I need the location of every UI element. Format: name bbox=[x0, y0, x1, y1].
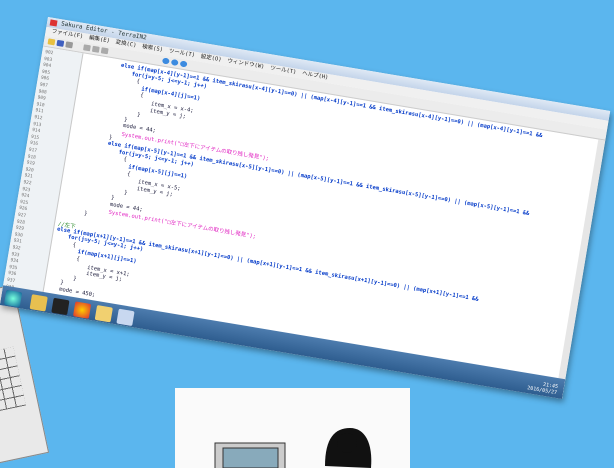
search-prev-icon[interactable] bbox=[179, 60, 188, 68]
line-number: 906 bbox=[40, 76, 50, 83]
line-number: 932 bbox=[12, 245, 21, 252]
line-number: 926 bbox=[18, 206, 28, 213]
line-number: 902 bbox=[44, 50, 54, 57]
explorer-taskbar-icon[interactable] bbox=[29, 294, 48, 312]
start-button[interactable] bbox=[3, 289, 23, 308]
line-number: 922 bbox=[22, 180, 32, 187]
code-line: { bbox=[139, 92, 145, 100]
line-number: 937 bbox=[6, 277, 16, 285]
code-line: } bbox=[123, 190, 128, 197]
code-line: if(map[x-4][j]==1) bbox=[140, 86, 201, 102]
line-number: 908 bbox=[38, 89, 48, 96]
line-number: 931 bbox=[13, 238, 22, 246]
line-number: 914 bbox=[31, 128, 41, 135]
line-number: 912 bbox=[33, 115, 43, 122]
line-number: 915 bbox=[30, 134, 40, 141]
line-number: 934 bbox=[9, 258, 19, 265]
line-number: 930 bbox=[14, 232, 24, 239]
system-tray: 21:45 2016/05/27 bbox=[527, 379, 559, 396]
line-number: 920 bbox=[25, 167, 34, 174]
code-line: else if(map[x-5][y-1]==1 && item_skirasu… bbox=[107, 140, 530, 218]
code-line: if(map[x+1][j]==1) bbox=[77, 249, 137, 266]
folder-taskbar-icon[interactable] bbox=[94, 305, 113, 323]
code-line: } bbox=[110, 194, 115, 202]
line-number: 916 bbox=[29, 141, 39, 148]
code-line: { bbox=[136, 78, 141, 86]
code-line: } bbox=[59, 280, 65, 287]
code-line: { bbox=[122, 156, 128, 164]
open-folder-icon[interactable] bbox=[47, 38, 56, 46]
code-line: if(map[x-5][j]==1) bbox=[127, 164, 188, 181]
code-line: { bbox=[75, 256, 81, 263]
save-icon[interactable] bbox=[56, 39, 65, 47]
line-number: 907 bbox=[39, 82, 49, 89]
line-number: 913 bbox=[32, 121, 42, 128]
code-line: System.out.print("□左下にアイテムの取り残し発見"); bbox=[108, 209, 257, 241]
code-line: } bbox=[72, 275, 77, 283]
line-number: 935 bbox=[8, 264, 18, 272]
search-icon[interactable] bbox=[161, 57, 170, 65]
code-line: } bbox=[136, 112, 141, 119]
code-line: } bbox=[83, 210, 88, 217]
editor-taskbar-icon[interactable] bbox=[116, 308, 135, 327]
line-number: 921 bbox=[23, 173, 33, 180]
line-number: 936 bbox=[7, 271, 17, 278]
line-number: 928 bbox=[16, 219, 26, 226]
cut-icon[interactable] bbox=[83, 44, 91, 52]
paste-icon[interactable] bbox=[100, 47, 109, 55]
line-number: 918 bbox=[27, 154, 37, 161]
line-number: 929 bbox=[15, 225, 25, 233]
code-line: else if(map[x+1][y-1]==1 && item_skirasu… bbox=[56, 226, 479, 303]
document-table bbox=[0, 346, 26, 412]
photo-illustration bbox=[175, 388, 410, 468]
code-line: } bbox=[108, 134, 113, 141]
code-line: { bbox=[72, 242, 77, 249]
app-icon bbox=[49, 19, 58, 27]
line-number: 925 bbox=[19, 199, 29, 206]
line-number: 933 bbox=[10, 251, 20, 259]
editor-screenshot: Sakura Editor - TerraIN2 ファイル(F) 編集(E) 変換(… bbox=[0, 16, 611, 400]
line-number: 911 bbox=[34, 108, 44, 115]
code-line: { bbox=[126, 170, 131, 178]
print-icon[interactable] bbox=[65, 41, 74, 49]
line-number: 904 bbox=[42, 63, 52, 70]
code-line: } bbox=[123, 116, 128, 124]
copy-icon[interactable] bbox=[91, 45, 100, 53]
search-next-icon[interactable] bbox=[170, 58, 179, 67]
line-number: 903 bbox=[43, 56, 53, 63]
line-number: 917 bbox=[28, 147, 38, 154]
media-taskbar-icon[interactable] bbox=[51, 297, 70, 316]
line-number: 909 bbox=[37, 95, 46, 102]
line-number: 927 bbox=[17, 212, 27, 220]
line-number: 924 bbox=[20, 193, 30, 200]
line-number: 923 bbox=[21, 186, 31, 193]
chrome-taskbar-icon[interactable] bbox=[72, 301, 92, 319]
computer-person-illustration bbox=[214, 428, 372, 468]
line-number: 919 bbox=[26, 160, 36, 167]
line-number: 910 bbox=[35, 102, 45, 109]
line-number: 905 bbox=[41, 69, 51, 76]
